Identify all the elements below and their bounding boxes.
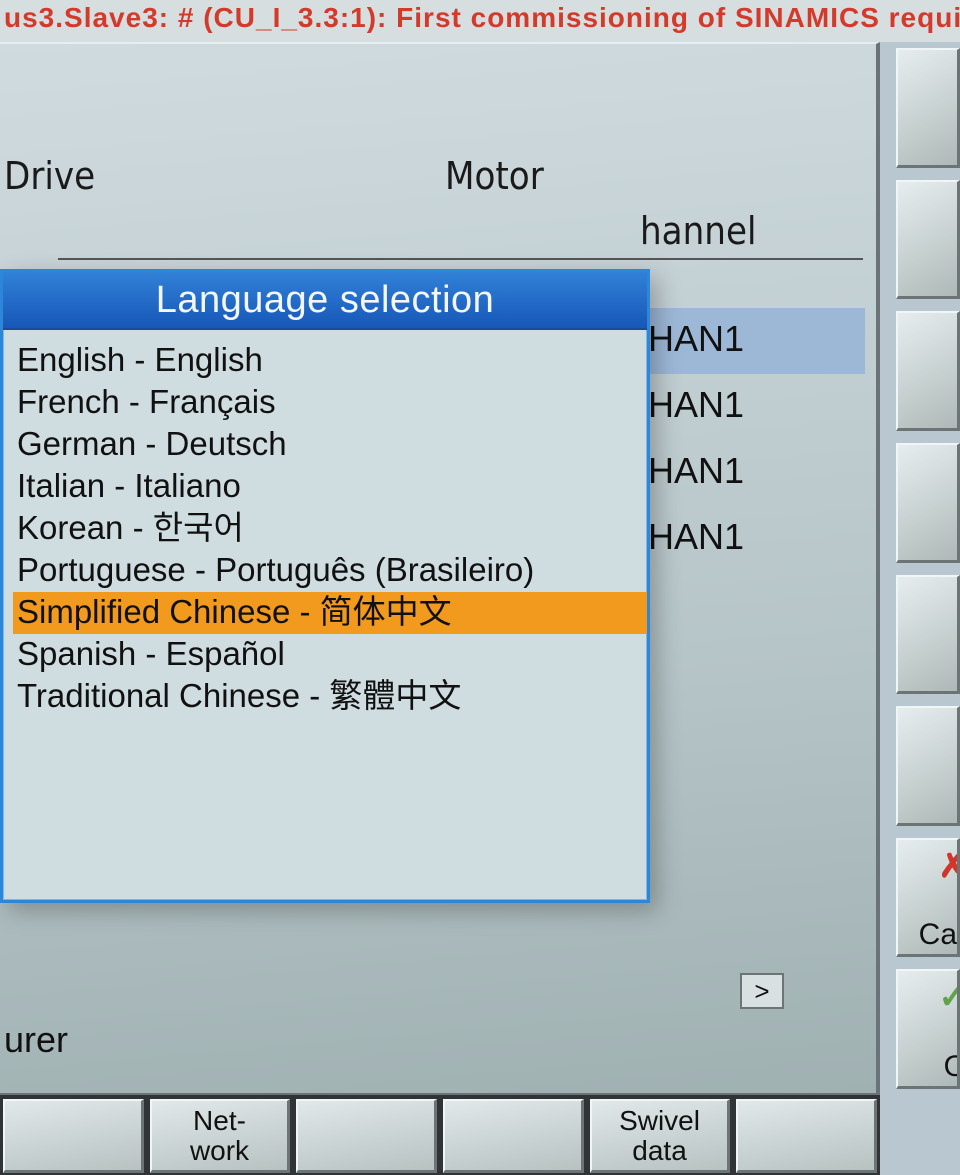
softkey-r4[interactable] (896, 443, 960, 563)
alarm-status-bar: us3.Slave3: # (CU_I_3.3:1): First commis… (0, 0, 960, 42)
softkey-label: O (944, 1050, 960, 1084)
language-option-portuguese[interactable]: Portuguese - Português (Brasileiro) (13, 550, 647, 592)
dialog-title: Language selection (3, 272, 647, 330)
softkey-label: Car (919, 918, 960, 952)
channel-row[interactable]: HAN1 (640, 308, 865, 374)
language-option-german[interactable]: German - Deutsch (13, 424, 647, 466)
language-option-french[interactable]: French - Français (13, 382, 647, 424)
language-option-italian[interactable]: Italian - Italiano (13, 466, 647, 508)
cancel-button[interactable]: ✗ Car (896, 838, 960, 958)
softkey-r3[interactable] (896, 311, 960, 431)
header-motor: Motor (445, 154, 544, 198)
softkey-b3[interactable] (296, 1099, 437, 1173)
header-channel: hannel (640, 209, 757, 253)
main-panel: Drive Motor hannel HAN1 HAN1 HAN1 HAN1 u… (0, 42, 880, 1095)
network-button[interactable]: Net- work (150, 1099, 291, 1173)
channel-row[interactable]: HAN1 (640, 506, 865, 572)
header-drive: Drive (0, 154, 95, 198)
check-icon: ✓ (939, 977, 960, 1017)
swivel-data-button[interactable]: Swivel data (590, 1099, 731, 1173)
softkey-r1[interactable] (896, 48, 960, 168)
softkey-b6[interactable] (736, 1099, 877, 1173)
header-divider (58, 258, 863, 260)
softkey-b1[interactable] (3, 1099, 144, 1173)
language-option-english[interactable]: English - English (13, 340, 647, 382)
partial-label: urer (4, 1019, 68, 1061)
ok-button[interactable]: ✓ O (896, 969, 960, 1089)
language-list: English - English French - Français Germ… (3, 330, 647, 718)
close-icon: ✗ (939, 846, 960, 886)
language-option-traditional-chinese[interactable]: Traditional Chinese - 繁體中文 (13, 676, 647, 718)
language-selection-dialog: Language selection English - English Fre… (0, 269, 650, 903)
softkey-b4[interactable] (443, 1099, 584, 1173)
scroll-right-button[interactable]: > (740, 973, 784, 1009)
column-headers: Drive Motor hannel (0, 154, 876, 214)
channel-list: HAN1 HAN1 HAN1 HAN1 (640, 308, 865, 572)
channel-row[interactable]: HAN1 (640, 440, 865, 506)
language-option-simplified-chinese[interactable]: Simplified Chinese - 简体中文 (13, 592, 647, 634)
softkey-r6[interactable] (896, 706, 960, 826)
softkeys-right-column: ✗ Car ✓ O (890, 42, 960, 1095)
language-option-korean[interactable]: Korean - 한국어 (13, 508, 647, 550)
softkey-r2[interactable] (896, 180, 960, 300)
softkey-r5[interactable] (896, 575, 960, 695)
channel-row[interactable]: HAN1 (640, 374, 865, 440)
language-option-spanish[interactable]: Spanish - Español (13, 634, 647, 676)
softkeys-bottom-row: Net- work Swivel data (0, 1095, 880, 1175)
